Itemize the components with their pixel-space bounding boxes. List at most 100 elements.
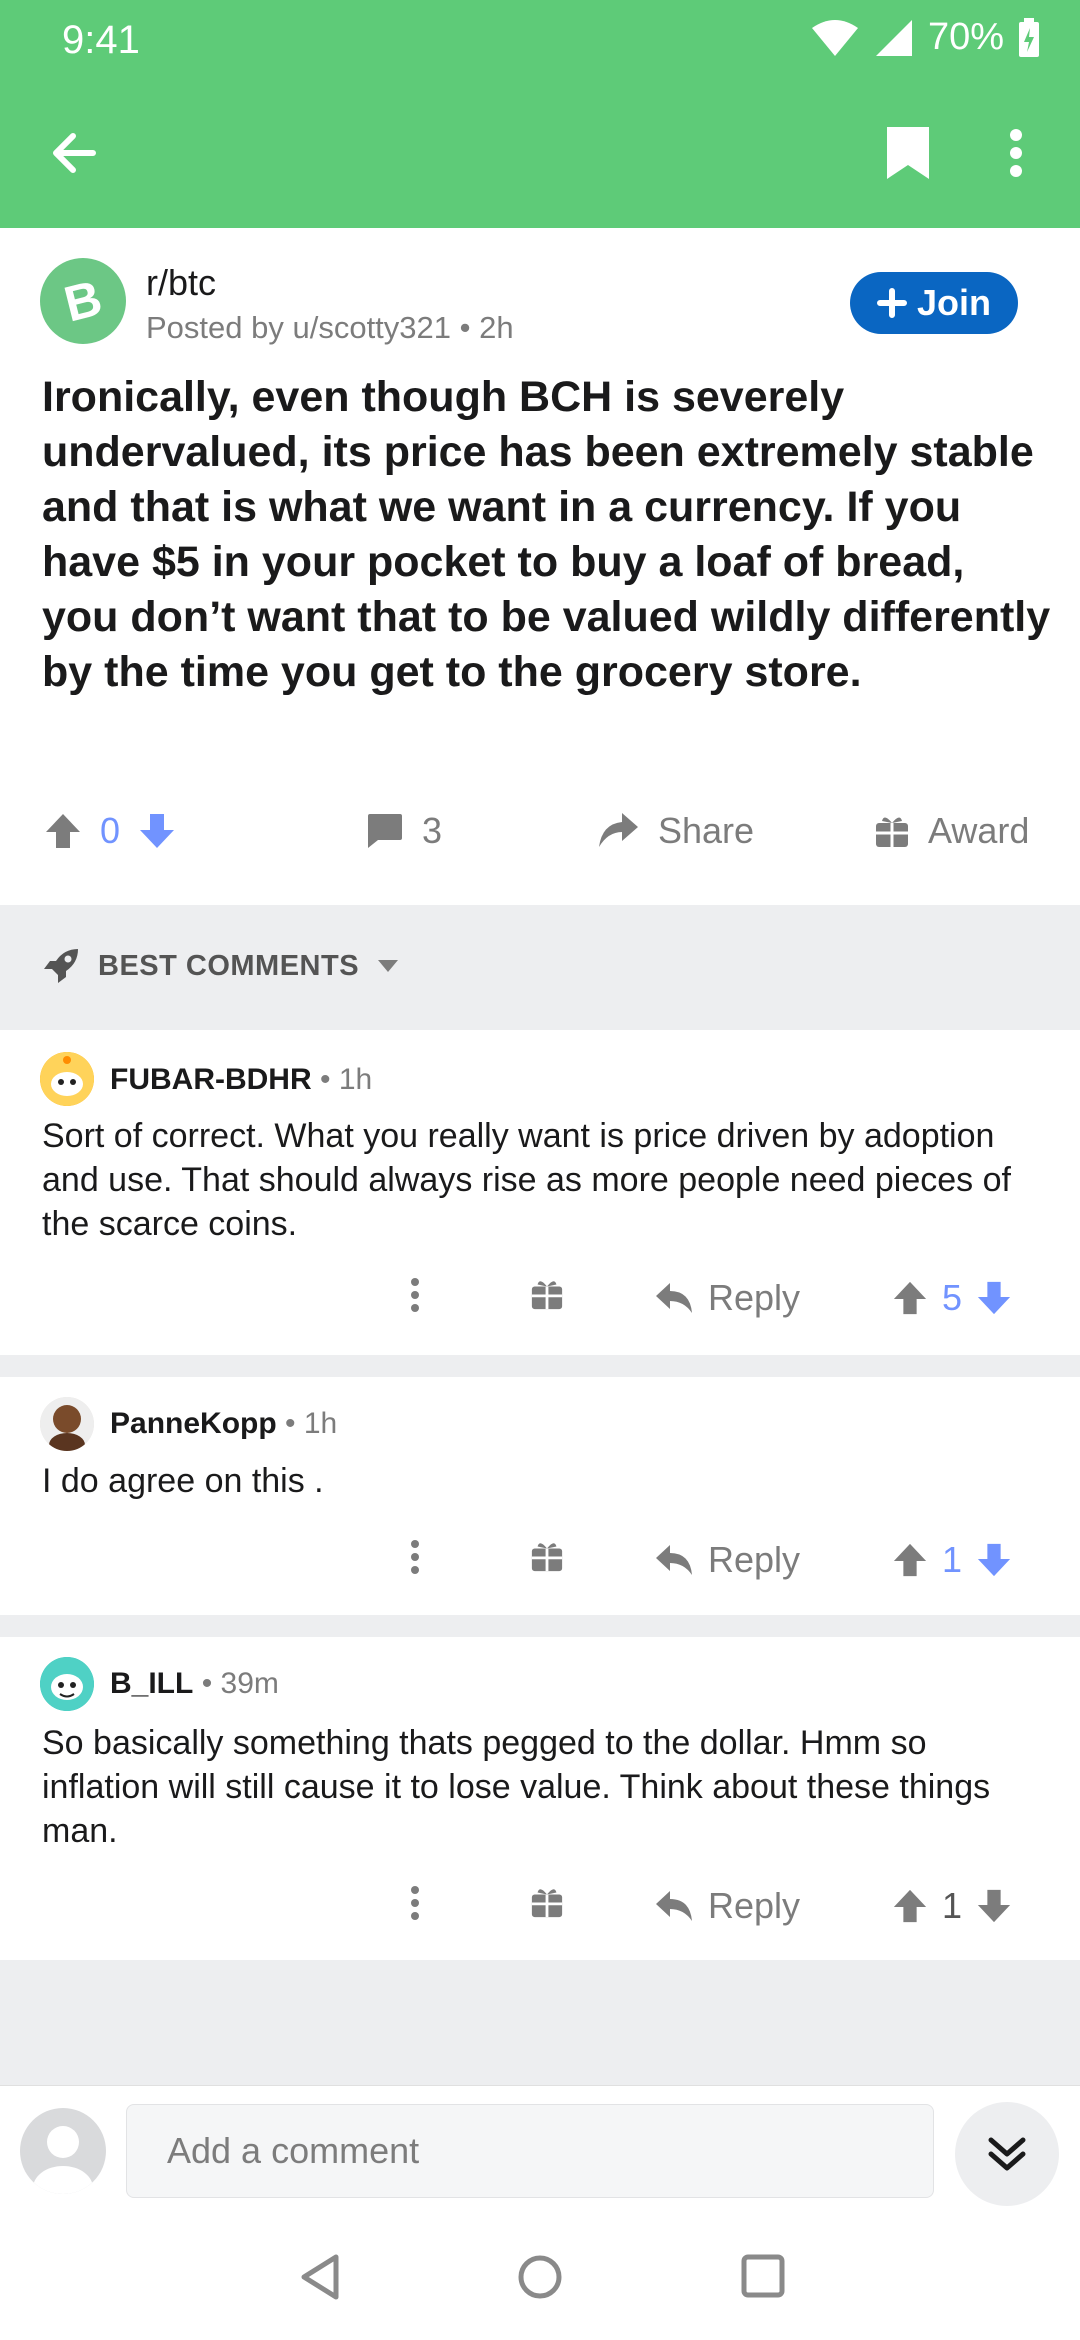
comment-award-button[interactable] [530,1885,564,1919]
meta-dot: • [459,310,480,345]
comment-more-button[interactable] [410,1885,420,1921]
subreddit-avatar[interactable]: B [40,258,126,344]
comment-author[interactable]: FUBAR-BDHR [110,1063,312,1096]
reply-icon [656,1283,692,1313]
comment-age: 1h [303,1407,338,1440]
bookmark-button[interactable] [868,115,948,191]
comment-vote: 5 [892,1277,1012,1319]
comment-award-button[interactable] [530,1277,564,1311]
comment-award-button[interactable] [530,1539,564,1573]
gift-icon [531,1281,563,1310]
avatar[interactable] [40,1052,94,1106]
upvote-icon[interactable] [892,1888,928,1924]
meta-dot: • [201,1667,221,1700]
reply-button[interactable]: Reply [654,1885,800,1927]
nav-back-icon[interactable] [298,2253,342,2301]
current-user-avatar[interactable] [20,2108,106,2194]
award-label: Award [928,810,1030,851]
double-chevron-down-icon [988,2137,1026,2171]
reply-icon [656,1891,692,1921]
upvote-icon[interactable] [892,1280,928,1316]
battery-icon [1019,17,1039,57]
arrow-left-icon [53,133,96,173]
comments-end-spacer [0,1960,1080,2085]
app-header: 9:41 70% [0,0,1080,228]
posted-by[interactable]: Posted by u/scotty321 [146,310,451,345]
gift-icon [531,1889,563,1918]
user-avatar-icon [40,1397,94,1451]
downvote-icon[interactable] [976,1280,1012,1316]
more-options-button[interactable] [986,115,1046,191]
comment-age: 1h [338,1063,373,1096]
comment-item: FUBAR-BDHR • 1h Sort of correct. What yo… [0,1030,1080,1355]
comment-meta: B_ILL • 39m [110,1667,279,1701]
comment-more-button[interactable] [410,1277,420,1313]
share-button[interactable]: Share [596,810,754,852]
plus-icon [876,288,907,318]
downvote-icon[interactable] [138,812,176,850]
downvote-icon[interactable] [976,1888,1012,1924]
more-vertical-icon [411,1886,419,1920]
comment-author[interactable]: B_ILL [110,1667,193,1700]
gift-icon [531,1543,563,1572]
downvote-icon[interactable] [976,1542,1012,1578]
comment-author[interactable]: PanneKopp [110,1407,277,1440]
comment-vote: 1 [892,1539,1012,1581]
comment-meta: FUBAR-BDHR • 1h [110,1063,372,1097]
comment-vote: 1 [892,1885,1012,1927]
post-vote: 0 [44,810,176,852]
post-meta: Posted by u/scotty321 • 2h [146,310,514,346]
back-button[interactable] [36,115,112,191]
comment-age: 39m [220,1667,279,1700]
status-icons: 70% [810,16,1040,59]
sort-dropdown[interactable]: BEST COMMENTS [42,947,399,985]
bookmark-icon [887,127,929,179]
reply-label: Reply [708,1539,801,1580]
user-silhouette-icon [33,2126,93,2194]
battery-percent: 70% [927,16,1004,58]
gift-icon [876,817,908,847]
meta-dot: • [319,1063,339,1096]
post-title[interactable]: Ironically, even though BCH is severely … [42,370,1052,700]
comment-body: I do agree on this . [42,1462,324,1500]
comment-icon [368,814,402,848]
divider [0,1355,1080,1377]
reply-label: Reply [708,1885,801,1926]
comment-vote-count: 1 [942,1539,963,1580]
comment-more-button[interactable] [410,1539,420,1575]
subreddit-name[interactable]: r/btc [146,262,216,304]
comment-composer: Add a comment [0,2085,1080,2215]
comment-meta: PanneKopp • 1h [110,1407,337,1441]
nav-recents-icon[interactable] [740,2253,786,2299]
sort-label: BEST COMMENTS [98,949,360,982]
comment-actions: Reply 1 [0,1875,1080,1945]
signal-icon [875,19,912,56]
reply-button[interactable]: Reply [654,1539,800,1581]
jump-to-bottom-button[interactable] [955,2102,1059,2206]
app-bar [0,95,1080,215]
bitcoin-cash-icon: B [58,269,108,333]
nav-home-icon[interactable] [516,2253,564,2301]
reply-icon [656,1545,692,1575]
upvote-icon[interactable] [892,1542,928,1578]
more-vertical-icon [1010,129,1022,177]
reply-button[interactable]: Reply [654,1277,800,1319]
post-vote-count: 0 [100,810,121,851]
avatar[interactable] [40,1657,94,1711]
award-button[interactable]: Award [874,810,1029,852]
share-icon [599,813,638,847]
sort-bar: BEST COMMENTS [0,905,1080,1030]
status-bar: 9:41 70% [0,0,1080,80]
join-label: Join [916,282,991,323]
add-comment-input[interactable]: Add a comment [126,2104,934,2198]
snoo-avatar-icon [40,1052,94,1106]
meta-dot: • [285,1407,304,1440]
comment-count: 3 [422,810,443,851]
comment-item: PanneKopp • 1h I do agree on this . Repl… [0,1377,1080,1615]
upvote-icon[interactable] [44,812,82,850]
share-label: Share [658,810,755,851]
avatar[interactable] [40,1397,94,1451]
comments-button[interactable]: 3 [364,810,442,852]
join-button[interactable]: Join [850,272,1018,334]
status-time: 9:41 [62,18,140,62]
